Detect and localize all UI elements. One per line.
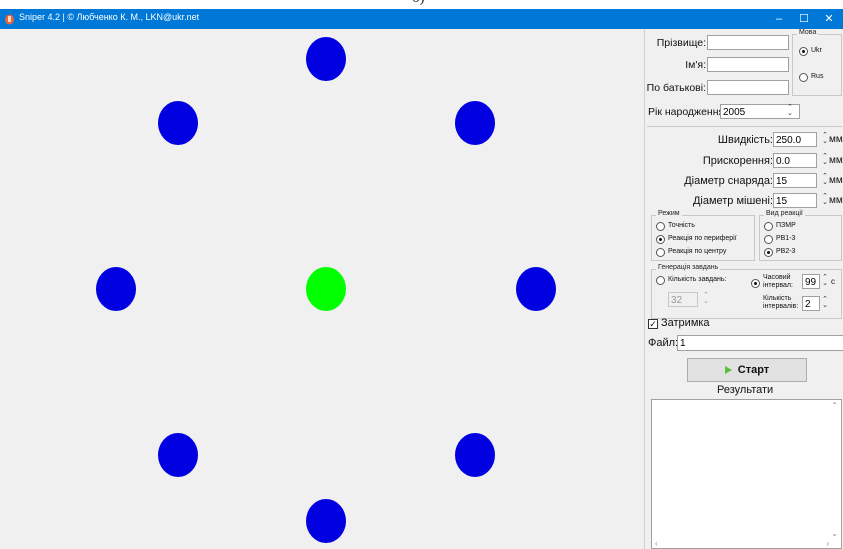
projectile-diameter-input[interactable]: 15 <box>773 173 817 188</box>
start-button[interactable]: Старт <box>687 358 807 382</box>
scroll-right-icon[interactable]: › <box>826 539 829 548</box>
generation-count-label: Кількість завдань: <box>668 276 727 283</box>
task-generation-group-title: Генерація завдань <box>656 264 721 271</box>
speed-label: Швидкість: <box>717 134 773 146</box>
language-group-title: Мова <box>797 29 819 36</box>
generation-time-input[interactable]: 99 <box>802 274 820 289</box>
language-group: Мова Ukr Rus <box>792 29 842 96</box>
acceleration-label: Прискорення: <box>702 155 773 167</box>
speed-spin-icon[interactable]: ⌃ ⌄ <box>821 132 829 147</box>
projectile-diameter-spin-icon[interactable]: ⌃ ⌄ <box>821 173 829 188</box>
mode-accuracy-radio[interactable] <box>656 222 665 231</box>
app-window: Sniper 4.2 | © Любченко К. М., LKN@ukr.n… <box>0 9 843 549</box>
play-icon <box>724 366 732 375</box>
generation-time-spin-icon[interactable]: ⌃ ⌄ <box>821 274 829 289</box>
close-button[interactable]: ✕ <box>817 9 841 29</box>
target-canvas[interactable] <box>8 29 644 549</box>
surname-input[interactable] <box>707 35 789 50</box>
target-diameter-label: Діаметр мішені: <box>692 195 773 207</box>
file-input[interactable]: 1 <box>677 335 843 351</box>
generation-intervals-input[interactable]: 2 <box>802 296 820 311</box>
maximize-button[interactable]: ☐ <box>792 9 816 29</box>
generation-intervals-spin-icon[interactable]: ⌃ ⌄ <box>821 296 829 311</box>
target-bottom[interactable] <box>306 499 346 543</box>
target-top-right[interactable] <box>455 101 495 145</box>
target-top[interactable] <box>306 37 346 81</box>
minimize-button[interactable]: – <box>767 9 791 29</box>
reaction-pzmr-radio[interactable] <box>764 222 773 231</box>
reaction-rv13-radio[interactable] <box>764 235 773 244</box>
scroll-down-icon[interactable]: ⌄ <box>831 529 838 538</box>
name-label: Ім'я: <box>685 59 706 71</box>
generation-time-label: Часовий інтервал: <box>763 274 793 289</box>
target-bottom-left[interactable] <box>158 433 198 477</box>
target-diameter-input[interactable]: 15 <box>773 193 817 208</box>
target-diameter-unit: мм <box>829 195 843 206</box>
speed-input[interactable]: 250.0 <box>773 132 817 147</box>
reaction-rv23-label: РВ2-3 <box>776 248 796 255</box>
speed-unit: мм/с <box>829 134 843 145</box>
scroll-up-icon[interactable]: ⌃ <box>831 401 838 410</box>
reaction-type-group: Вид реакції ПЗМР РВ1-3 РВ2-3 <box>759 210 842 261</box>
reaction-type-group-title: Вид реакції <box>764 210 805 217</box>
patronymic-input[interactable] <box>707 80 789 95</box>
task-generation-group: Генерація завдань Кількість завдань: 32 … <box>651 264 842 319</box>
delay-label: Затримка <box>661 317 710 329</box>
mode-periphery-radio[interactable] <box>656 235 665 244</box>
mode-center-radio[interactable] <box>656 248 665 257</box>
projectile-diameter-label: Діаметр снаряда: <box>684 175 773 187</box>
generation-time-unit: с <box>831 277 835 286</box>
results-label: Результати <box>717 384 774 396</box>
target-diameter-spin-icon[interactable]: ⌃ ⌄ <box>821 193 829 208</box>
window-title: Sniper 4.2 | © Любченко К. М., LKN@ukr.n… <box>19 12 200 22</box>
birth-year-spin-icon[interactable]: ⌃ ⌄ <box>786 104 794 119</box>
mode-periphery-label: Реакція по периферії <box>668 235 737 242</box>
language-ukr-label: Ukr <box>811 47 822 54</box>
mode-accuracy-label: Точність <box>668 222 695 229</box>
generation-time-radio[interactable] <box>751 279 760 288</box>
reaction-rv13-label: РВ1-3 <box>776 235 796 242</box>
divider <box>647 126 842 127</box>
app-icon <box>5 14 14 25</box>
language-rus-radio[interactable] <box>799 73 808 82</box>
generation-count-radio[interactable] <box>656 276 665 285</box>
generation-intervals-label: Кількість інтервалів: <box>763 295 799 310</box>
generation-count-input[interactable]: 32 <box>668 292 698 307</box>
acceleration-input[interactable]: 0.0 <box>773 153 817 168</box>
mode-group: Режим Точність Реакція по периферії Реак… <box>651 210 755 261</box>
mode-group-title: Режим <box>656 210 682 217</box>
reaction-pzmr-label: ПЗМР <box>776 222 796 229</box>
scroll-left-icon[interactable]: ‹ <box>655 539 658 548</box>
target-bottom-right[interactable] <box>455 433 495 477</box>
birth-year-label: Рік народження: <box>648 106 728 118</box>
title-bar: Sniper 4.2 | © Любченко К. М., LKN@ukr.n… <box>0 9 843 29</box>
target-center-active[interactable] <box>306 267 346 311</box>
mode-center-label: Реакція по центру <box>668 248 727 255</box>
surname-label: Прізвище: <box>656 37 706 49</box>
generation-count-spin-icon[interactable]: ⌃ ⌄ <box>702 292 710 307</box>
reaction-rv23-radio[interactable] <box>764 248 773 257</box>
file-label: Файл: <box>648 337 679 349</box>
language-ukr-radio[interactable] <box>799 47 808 56</box>
delay-checkbox[interactable]: ✓ <box>648 319 658 329</box>
language-rus-label: Rus <box>811 73 824 80</box>
name-input[interactable] <box>707 57 789 72</box>
acceleration-spin-icon[interactable]: ⌃ ⌄ <box>821 153 829 168</box>
target-left[interactable] <box>96 267 136 311</box>
target-right[interactable] <box>516 267 556 311</box>
target-top-left[interactable] <box>158 101 198 145</box>
patronymic-label: По батькові: <box>646 82 706 94</box>
acceleration-unit: мм/с <box>829 155 843 166</box>
projectile-diameter-unit: мм <box>829 175 843 186</box>
settings-panel: Прізвище: Ім'я: По батькові: Мова Ukr Ru… <box>644 29 843 549</box>
results-textarea[interactable]: ⌃ ⌄ ‹ › <box>651 399 842 549</box>
start-button-label: Старт <box>737 364 770 376</box>
